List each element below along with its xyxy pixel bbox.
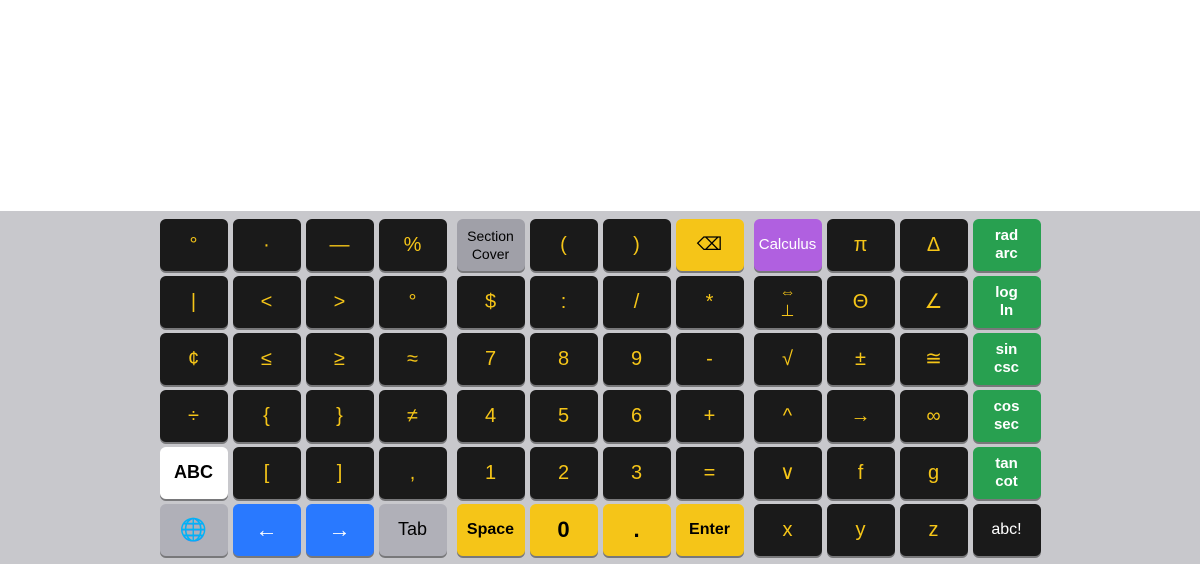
key-section-cover[interactable]: SectionCover: [457, 219, 525, 271]
key-divide[interactable]: ÷: [160, 390, 228, 442]
key-approx[interactable]: ≈: [379, 333, 447, 385]
key-period[interactable]: .: [603, 504, 671, 556]
key-rad-arc[interactable]: radarc: [973, 219, 1041, 271]
key-comma[interactable]: ,: [379, 447, 447, 499]
key-geq[interactable]: ≥: [306, 333, 374, 385]
row-3-1: Calculus π Δ radarc: [754, 219, 1041, 271]
key-cos-sec[interactable]: cossec: [973, 390, 1041, 442]
key-minus[interactable]: -: [676, 333, 744, 385]
key-ring[interactable]: °: [379, 276, 447, 328]
key-sqrt[interactable]: √: [754, 333, 822, 385]
key-backspace[interactable]: ⌫: [676, 219, 744, 271]
key-globe[interactable]: 🌐: [160, 504, 228, 556]
key-cent[interactable]: ¢: [160, 333, 228, 385]
keyboard-container: ° · — % | < > ° ¢ ≤ ≥ ≈ ÷ { } ≠ ABC [: [0, 211, 1200, 564]
key-pipe[interactable]: |: [160, 276, 228, 328]
row-2-5: 1 2 3 =: [457, 447, 744, 499]
row-2-3: 7 8 9 -: [457, 333, 744, 385]
key-neq[interactable]: ≠: [379, 390, 447, 442]
key-f[interactable]: f: [827, 447, 895, 499]
key-3[interactable]: 3: [603, 447, 671, 499]
key-sin-csc[interactable]: sincsc: [973, 333, 1041, 385]
key-tab[interactable]: Tab: [379, 504, 447, 556]
key-greater[interactable]: >: [306, 276, 374, 328]
row-3-2: ⇔⊥ Θ ∠ logln: [754, 276, 1041, 328]
row-1-3: ¢ ≤ ≥ ≈: [160, 333, 447, 385]
row-2-1: SectionCover ( ) ⌫: [457, 219, 744, 271]
row-1-2: | < > °: [160, 276, 447, 328]
key-infinity[interactable]: ∞: [900, 390, 968, 442]
key-2[interactable]: 2: [530, 447, 598, 499]
key-enter[interactable]: Enter: [676, 504, 744, 556]
key-left-arrow[interactable]: ←: [233, 504, 301, 556]
key-vee[interactable]: ∨: [754, 447, 822, 499]
key-equals[interactable]: =: [676, 447, 744, 499]
row-3-6: x y z abc!: [754, 504, 1041, 556]
key-1[interactable]: 1: [457, 447, 525, 499]
key-lparen[interactable]: (: [530, 219, 598, 271]
key-slash[interactable]: /: [603, 276, 671, 328]
section-2: SectionCover ( ) ⌫ $ : / * 7 8 9 - 4 5 6…: [457, 219, 744, 556]
key-lbrace[interactable]: {: [233, 390, 301, 442]
key-y[interactable]: y: [827, 504, 895, 556]
key-rbrace[interactable]: }: [306, 390, 374, 442]
key-plus[interactable]: +: [676, 390, 744, 442]
key-theta[interactable]: Θ: [827, 276, 895, 328]
key-star[interactable]: *: [676, 276, 744, 328]
key-leq[interactable]: ≤: [233, 333, 301, 385]
key-dot[interactable]: ·: [233, 219, 301, 271]
key-delta[interactable]: Δ: [900, 219, 968, 271]
row-1-5: ABC [ ] ,: [160, 447, 447, 499]
key-5[interactable]: 5: [530, 390, 598, 442]
key-rparen[interactable]: ): [603, 219, 671, 271]
key-iff-perp[interactable]: ⇔⊥: [754, 276, 822, 328]
key-percent[interactable]: %: [379, 219, 447, 271]
row-1-1: ° · — %: [160, 219, 447, 271]
key-less[interactable]: <: [233, 276, 301, 328]
key-angle[interactable]: ∠: [900, 276, 968, 328]
row-1-6: 🌐 ← → Tab: [160, 504, 447, 556]
section-1: ° · — % | < > ° ¢ ≤ ≥ ≈ ÷ { } ≠ ABC [: [160, 219, 447, 556]
key-right-arrow[interactable]: →: [306, 504, 374, 556]
key-8[interactable]: 8: [530, 333, 598, 385]
key-degree[interactable]: °: [160, 219, 228, 271]
row-2-6: Space 0 . Enter: [457, 504, 744, 556]
key-pi[interactable]: π: [827, 219, 895, 271]
key-g[interactable]: g: [900, 447, 968, 499]
row-3-5: ∨ f g tancot: [754, 447, 1041, 499]
key-tan-cot[interactable]: tancot: [973, 447, 1041, 499]
row-3-4: ^ → ∞ cossec: [754, 390, 1041, 442]
key-plusminus[interactable]: ±: [827, 333, 895, 385]
top-whitespace: [0, 0, 1200, 211]
key-6[interactable]: 6: [603, 390, 671, 442]
key-arrow-right[interactable]: →: [827, 390, 895, 442]
key-caret[interactable]: ^: [754, 390, 822, 442]
row-2-2: $ : / *: [457, 276, 744, 328]
key-7[interactable]: 7: [457, 333, 525, 385]
row-2-4: 4 5 6 +: [457, 390, 744, 442]
key-abc-excl[interactable]: abc!: [973, 504, 1041, 556]
key-congruent[interactable]: ≅: [900, 333, 968, 385]
key-lbracket[interactable]: [: [233, 447, 301, 499]
key-z[interactable]: z: [900, 504, 968, 556]
key-4[interactable]: 4: [457, 390, 525, 442]
key-rbracket[interactable]: ]: [306, 447, 374, 499]
key-calculus[interactable]: Calculus: [754, 219, 822, 271]
row-1-4: ÷ { } ≠: [160, 390, 447, 442]
key-0[interactable]: 0: [530, 504, 598, 556]
section-3: Calculus π Δ radarc ⇔⊥ Θ ∠ logln √ ± ≅ s…: [754, 219, 1041, 556]
key-dash[interactable]: —: [306, 219, 374, 271]
key-9[interactable]: 9: [603, 333, 671, 385]
key-space[interactable]: Space: [457, 504, 525, 556]
key-dollar[interactable]: $: [457, 276, 525, 328]
key-log-ln[interactable]: logln: [973, 276, 1041, 328]
key-abc[interactable]: ABC: [160, 447, 228, 499]
row-3-3: √ ± ≅ sincsc: [754, 333, 1041, 385]
key-x[interactable]: x: [754, 504, 822, 556]
key-colon[interactable]: :: [530, 276, 598, 328]
